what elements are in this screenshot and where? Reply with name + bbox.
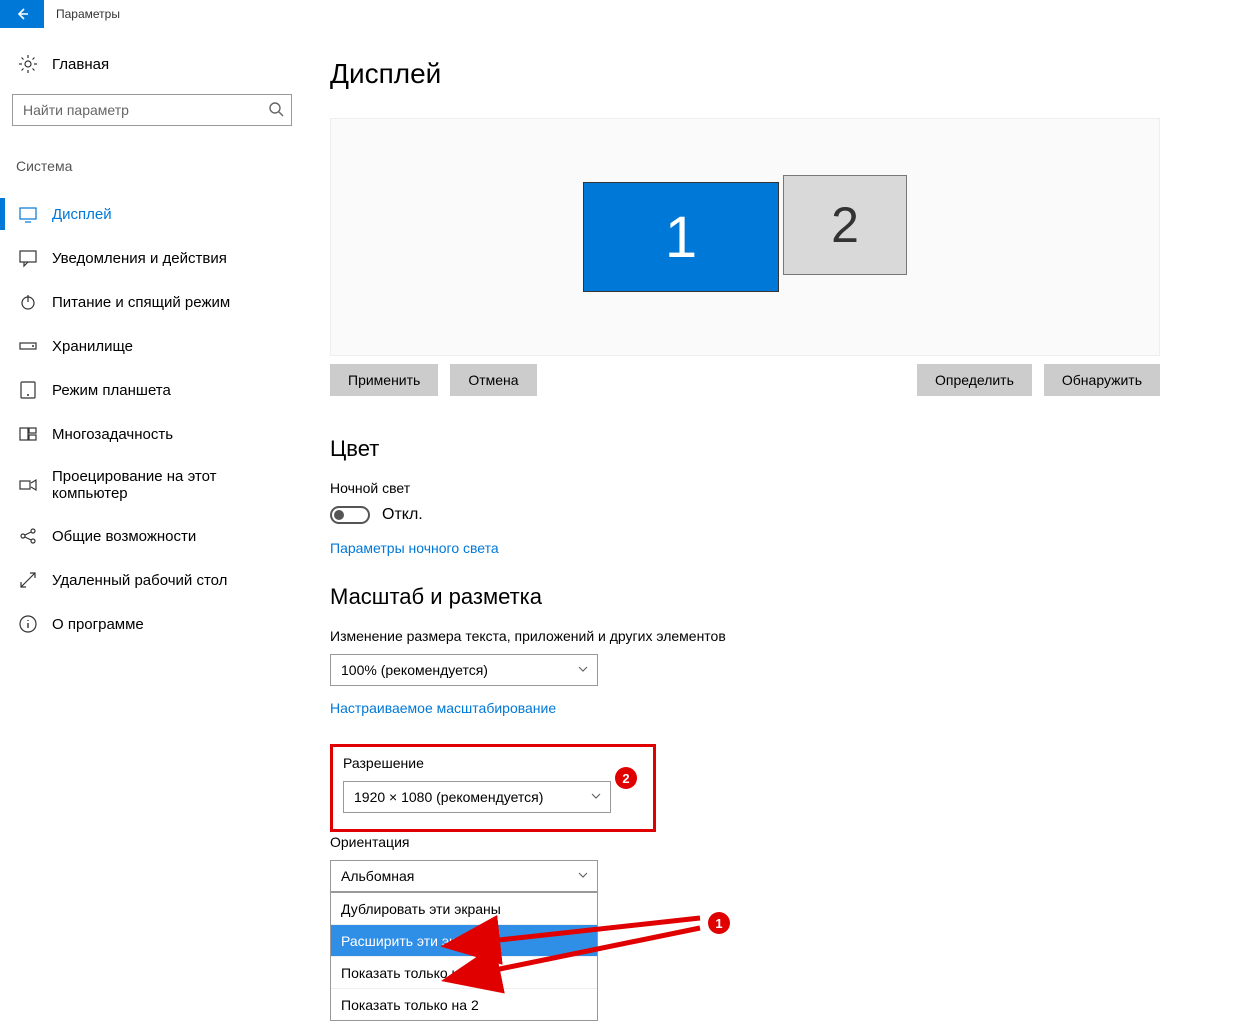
detect-button[interactable]: Обнаружить: [1044, 364, 1160, 396]
window-title: Параметры: [56, 7, 120, 21]
chevron-down-icon: [577, 868, 589, 884]
callout-badge-1: 1: [708, 912, 730, 934]
sidebar-home[interactable]: Главная: [12, 48, 288, 80]
apply-button[interactable]: Применить: [330, 364, 438, 396]
multi-option-extend[interactable]: Расширить эти экраны: [331, 924, 597, 956]
identify-button[interactable]: Определить: [917, 364, 1032, 396]
multitask-icon: [18, 424, 38, 444]
resolution-value: 1920 × 1080 (рекомендуется): [354, 789, 543, 805]
sidebar-item-label: Уведомления и действия: [52, 250, 227, 267]
multi-display-dropdown-list: Дублировать эти экраны Расширить эти экр…: [330, 892, 598, 1021]
arrow-left-icon: [14, 6, 30, 22]
scale-dropdown-value: 100% (рекомендуется): [341, 662, 488, 678]
back-button[interactable]: [0, 0, 44, 28]
orientation-label: Ориентация: [330, 834, 1208, 850]
tablet-icon: [18, 380, 38, 400]
project-icon: [18, 475, 38, 495]
night-light-settings-link[interactable]: Параметры ночного света: [330, 540, 499, 556]
display-icon: [18, 204, 38, 224]
sidebar-item-label: Проецирование на этот компьютер: [52, 468, 282, 502]
sidebar-item-notifications[interactable]: Уведомления и действия: [12, 236, 288, 280]
resolution-callout: Разрешение 1920 × 1080 (рекомендуется) 2: [330, 744, 656, 832]
sidebar-item-display[interactable]: Дисплей: [12, 192, 288, 236]
content: Дисплей 1 2 Применить Отмена Определить …: [300, 28, 1248, 1021]
speech-icon: [18, 248, 38, 268]
sidebar-item-shared[interactable]: Общие возможности: [12, 514, 288, 558]
sidebar-item-about[interactable]: О программе: [12, 602, 288, 646]
callout-badge-2: 2: [615, 767, 637, 789]
night-light-toggle[interactable]: [330, 506, 370, 524]
page-title: Дисплей: [330, 58, 1208, 90]
sidebar-home-label: Главная: [52, 56, 109, 73]
chevron-down-icon: [577, 662, 589, 678]
sidebar-item-label: Многозадачность: [52, 426, 173, 443]
color-heading: Цвет: [330, 436, 1208, 462]
sidebar-item-remote[interactable]: Удаленный рабочий стол: [12, 558, 288, 602]
resolution-dropdown[interactable]: 1920 × 1080 (рекомендуется): [343, 781, 611, 813]
multi-option-duplicate[interactable]: Дублировать эти экраны: [331, 892, 597, 924]
gear-icon: [18, 54, 38, 74]
sidebar: Главная Система Дисплей Уведомления и де…: [0, 28, 300, 1021]
sidebar-item-label: Питание и спящий режим: [52, 294, 230, 311]
custom-scaling-link[interactable]: Настраиваемое масштабирование: [330, 700, 556, 716]
night-light-state: Откл.: [382, 506, 423, 524]
scale-size-label: Изменение размера текста, приложений и д…: [330, 628, 1208, 644]
sidebar-item-label: Хранилище: [52, 338, 133, 355]
multi-option-show-2[interactable]: Показать только на 2: [331, 988, 597, 1020]
scale-heading: Масштаб и разметка: [330, 584, 1208, 610]
sidebar-item-label: Удаленный рабочий стол: [52, 572, 227, 589]
monitor-arrangement[interactable]: 1 2: [330, 118, 1160, 356]
monitor-2[interactable]: 2: [783, 175, 907, 275]
multi-option-show-1[interactable]: Показать только на 1: [331, 956, 597, 988]
night-light-label: Ночной свет: [330, 480, 1208, 496]
remote-icon: [18, 570, 38, 590]
sidebar-item-power[interactable]: Питание и спящий режим: [12, 280, 288, 324]
storage-icon: [18, 336, 38, 356]
sidebar-item-label: Режим планшета: [52, 382, 171, 399]
sidebar-item-multitasking[interactable]: Многозадачность: [12, 412, 288, 456]
cancel-button[interactable]: Отмена: [450, 364, 536, 396]
info-icon: [18, 614, 38, 634]
monitor-1[interactable]: 1: [583, 182, 779, 292]
sidebar-item-projecting[interactable]: Проецирование на этот компьютер: [12, 456, 288, 514]
resolution-label: Разрешение: [343, 755, 643, 771]
power-icon: [18, 292, 38, 312]
sidebar-item-label: Дисплей: [52, 206, 112, 223]
search-icon: [268, 101, 284, 122]
orientation-dropdown[interactable]: Альбомная: [330, 860, 598, 892]
sidebar-item-label: Общие возможности: [52, 528, 196, 545]
scale-dropdown[interactable]: 100% (рекомендуется): [330, 654, 598, 686]
orientation-value: Альбомная: [341, 868, 414, 884]
search-input[interactable]: [12, 94, 292, 126]
sidebar-item-label: О программе: [52, 616, 144, 633]
share-icon: [18, 526, 38, 546]
sidebar-group-header: Система: [12, 154, 288, 192]
chevron-down-icon: [590, 789, 602, 805]
sidebar-item-tablet[interactable]: Режим планшета: [12, 368, 288, 412]
sidebar-item-storage[interactable]: Хранилище: [12, 324, 288, 368]
